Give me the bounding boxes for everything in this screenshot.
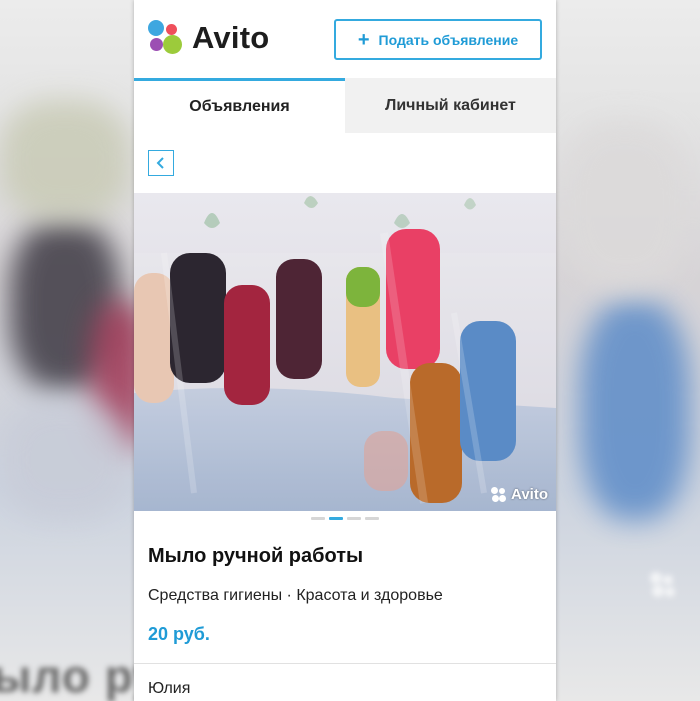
- avito-logo-icon: [148, 20, 184, 56]
- pager-dot[interactable]: [347, 517, 361, 520]
- post-ad-button[interactable]: + Подать объявление: [334, 19, 542, 60]
- tab-bar: Объявления Личный кабинет: [134, 78, 556, 133]
- divider: [134, 663, 556, 664]
- pager-dot[interactable]: [365, 517, 379, 520]
- tab-listings[interactable]: Объявления: [134, 78, 345, 133]
- phone-screen: Avito + Подать объявление Объявления Лич…: [134, 0, 556, 701]
- top-bar: Avito + Подать объявление: [134, 0, 556, 78]
- watermark-text: Avito: [511, 486, 548, 503]
- listing-price: 20 руб.: [148, 624, 210, 644]
- plus-icon: +: [357, 28, 370, 51]
- post-ad-label: Подать объявление: [378, 31, 519, 48]
- tab-personal-account[interactable]: Личный кабинет: [345, 78, 556, 133]
- pager-dot[interactable]: [311, 517, 325, 520]
- gallery-pager[interactable]: [134, 517, 556, 520]
- photo-illustration: [134, 193, 556, 511]
- listing-category[interactable]: Средства гигиены · Красота и здоровье: [148, 587, 443, 605]
- seller-name[interactable]: Юлия: [148, 680, 190, 698]
- back-chevron-icon: [156, 157, 164, 169]
- avito-logo[interactable]: Avito: [148, 20, 269, 56]
- background-avito-watermark-icon: [650, 572, 675, 597]
- back-row: [134, 133, 556, 193]
- listing-photo[interactable]: Avito: [134, 193, 556, 511]
- back-button[interactable]: [148, 150, 174, 176]
- logo-text: Avito: [192, 20, 270, 55]
- avito-watermark-icon: [491, 486, 507, 503]
- pager-dot-active[interactable]: [329, 517, 343, 520]
- listing-title: Мыло ручной работы: [148, 545, 364, 567]
- photo-watermark: Avito: [491, 486, 548, 503]
